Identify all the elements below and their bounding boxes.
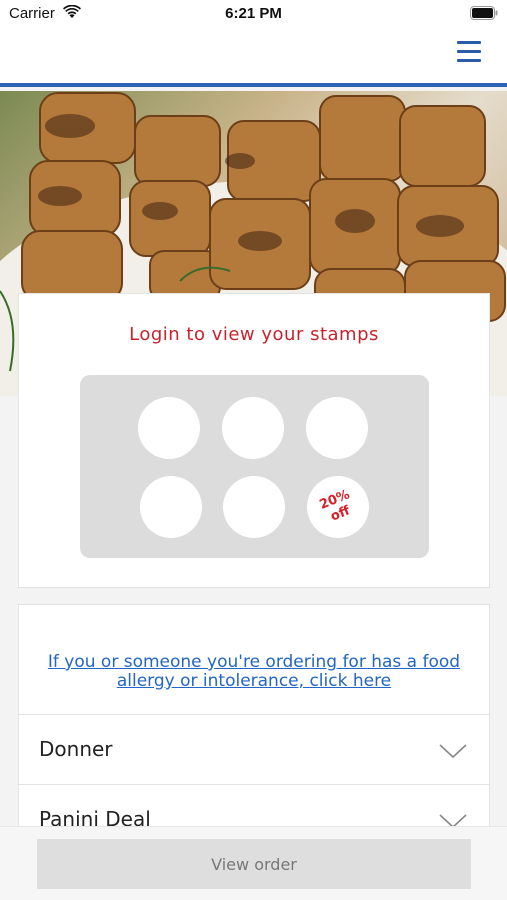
stamp-slot bbox=[138, 397, 200, 459]
stamp-card: Login to view your stamps 20% off bbox=[18, 293, 490, 588]
allergy-info-link[interactable]: If you or someone you're ordering for ha… bbox=[19, 653, 489, 691]
hamburger-icon-line bbox=[457, 50, 481, 53]
view-order-button[interactable]: View order bbox=[37, 839, 471, 889]
stamp-slot bbox=[223, 476, 285, 538]
stamp-board: 20% off bbox=[80, 375, 429, 558]
battery-icon bbox=[470, 6, 498, 20]
stamp-reward-slot: 20% off bbox=[307, 476, 369, 538]
hamburger-menu-button[interactable] bbox=[453, 39, 485, 67]
menu-category-donner[interactable]: Donner bbox=[19, 714, 489, 784]
hamburger-icon-line bbox=[457, 59, 481, 62]
chevron-down-icon bbox=[439, 744, 467, 759]
clock: 6:21 PM bbox=[225, 5, 282, 22]
stamp-slot bbox=[306, 397, 368, 459]
reward-label: 20% off bbox=[317, 487, 353, 525]
stamp-login-prompt[interactable]: Login to view your stamps bbox=[19, 324, 489, 345]
stamp-slot bbox=[222, 397, 284, 459]
footer-bar: View order bbox=[0, 826, 507, 900]
menu-category-label: Donner bbox=[39, 737, 113, 761]
hamburger-icon bbox=[457, 41, 481, 44]
app-header bbox=[0, 30, 507, 87]
status-bar: Carrier 6:21 PM bbox=[0, 0, 507, 30]
stamp-slot bbox=[140, 476, 202, 538]
